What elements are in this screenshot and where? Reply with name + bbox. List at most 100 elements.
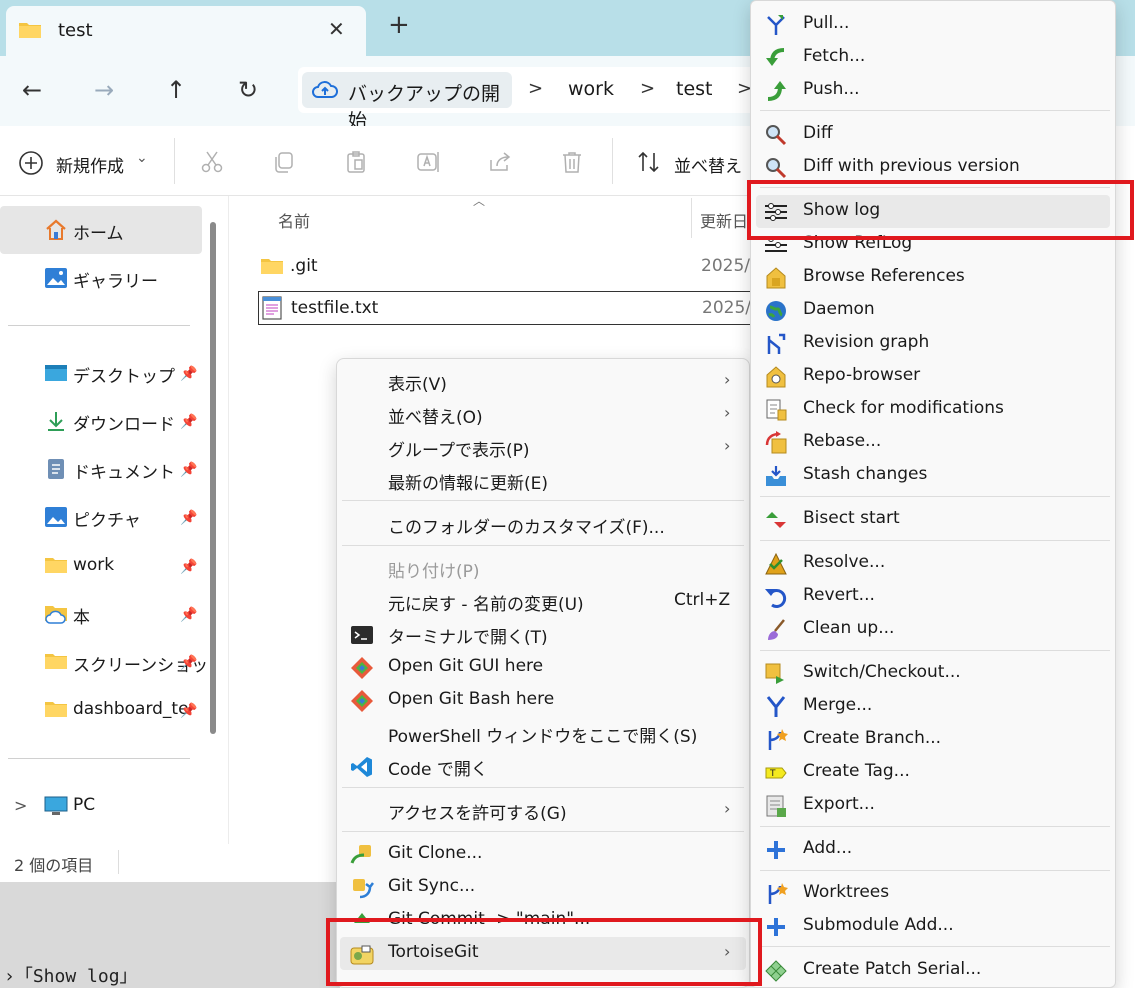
forward-icon[interactable]: → (94, 76, 114, 104)
breadcrumb-separator[interactable]: > (528, 78, 543, 99)
submenu-label: Diff (803, 123, 833, 143)
pin-icon[interactable]: 📌 (180, 607, 197, 623)
pin-icon[interactable]: 📌 (180, 414, 197, 430)
submenu-item-merge[interactable]: Merge... (756, 690, 1110, 723)
menu-item-git-clone[interactable]: Git Clone... (340, 838, 746, 871)
desktop-folder-icon (44, 363, 68, 385)
rename-icon[interactable] (416, 150, 442, 174)
breadcrumb-backup[interactable]: バックアップの開始 (302, 72, 512, 132)
submenu-separator (760, 540, 1110, 541)
copy-icon[interactable] (272, 150, 296, 174)
menu-item-paste[interactable]: 貼り付け(P) (340, 552, 746, 585)
menu-item-git-sync[interactable]: Git Sync... (340, 871, 746, 904)
submenu-item-create-patch-serial[interactable]: Create Patch Serial... (756, 954, 1110, 987)
breadcrumb-work[interactable]: work (568, 78, 614, 100)
submenu-item-repo-browser[interactable]: Repo-browser (756, 360, 1110, 393)
new-label: 新規作成 (56, 157, 124, 177)
menu-item-open-code[interactable]: Code で開く (340, 750, 746, 783)
submenu-item-revert[interactable]: Revert... (756, 580, 1110, 613)
submenu-item-export[interactable]: Export... (756, 789, 1110, 822)
column-header-name[interactable]: 名前 (278, 208, 310, 232)
breadcrumb-test[interactable]: test (676, 78, 713, 100)
submenu-item-stash[interactable]: Stash changes (756, 459, 1110, 492)
submenu-item-bisect-start[interactable]: Bisect start (756, 503, 1110, 536)
submenu-label: Create Tag... (803, 761, 910, 781)
add-icon (764, 838, 788, 862)
menu-label: Git Clone... (388, 843, 483, 863)
submenu-item-browse-references[interactable]: Browse References (756, 261, 1110, 294)
submenu-item-daemon[interactable]: Daemon (756, 294, 1110, 327)
column-divider[interactable] (691, 198, 692, 238)
check-modifications-icon (764, 398, 788, 422)
pin-icon[interactable]: 📌 (180, 559, 197, 575)
menu-item-git-bash[interactable]: Open Git Bash here (340, 684, 746, 717)
submenu-item-revision-graph[interactable]: Revision graph (756, 327, 1110, 360)
delete-icon[interactable] (560, 150, 584, 174)
menu-item-customize[interactable]: このフォルダーのカスタマイズ(F)... (340, 508, 746, 541)
submenu-label: Daemon (803, 299, 875, 319)
submenu-item-create-tag[interactable]: T Create Tag... (756, 756, 1110, 789)
gallery-icon (44, 266, 68, 290)
share-icon[interactable] (488, 150, 514, 174)
menu-item-grant-access[interactable]: アクセスを許可する(G) › (340, 794, 746, 827)
tab-title: test (58, 20, 93, 41)
submenu-arrow-icon: › (724, 799, 731, 818)
expand-chevron-icon[interactable]: > (14, 796, 27, 815)
pin-icon[interactable]: 📌 (180, 655, 197, 671)
submenu-label: Merge... (803, 695, 873, 715)
revision-graph-icon (764, 332, 788, 356)
submenu-item-pull[interactable]: Pull... (756, 8, 1110, 41)
back-icon[interactable]: ← (22, 76, 42, 104)
pin-icon[interactable]: 📌 (180, 462, 197, 478)
pictures-icon (44, 505, 68, 529)
git-bash-icon (350, 689, 374, 713)
submenu-item-resolve[interactable]: Resolve... (756, 547, 1110, 580)
new-tab-button[interactable]: + (388, 10, 410, 40)
menu-item-view[interactable]: 表示(V) › (340, 365, 746, 398)
file-row-testfile[interactable]: testfile.txt 2025/ (258, 291, 768, 325)
submenu-item-clean-up[interactable]: Clean up... (756, 613, 1110, 646)
sidebar-label: 本 (73, 608, 90, 628)
close-tab-icon[interactable]: ✕ (328, 17, 345, 41)
menu-item-git-gui[interactable]: Open Git GUI here (340, 651, 746, 684)
paste-icon[interactable] (344, 150, 368, 174)
globe-icon (764, 299, 788, 323)
file-row-git[interactable]: .git 2025/ (258, 250, 758, 284)
pin-icon[interactable]: 📌 (180, 510, 197, 526)
menu-label: ターミナルで開く(T) (388, 628, 548, 648)
submenu-item-switch-checkout[interactable]: Switch/Checkout... (756, 657, 1110, 690)
git-sync-icon (350, 876, 374, 900)
column-header-date[interactable]: 更新日 (700, 208, 748, 232)
submenu-item-push[interactable]: Push... (756, 74, 1110, 107)
menu-item-powershell[interactable]: PowerShell ウィンドウをここで開く(S) (340, 717, 746, 750)
up-icon[interactable]: ↑ (166, 76, 186, 104)
submenu-item-rebase[interactable]: Rebase... (756, 426, 1110, 459)
submenu-item-submodule-add[interactable]: Submodule Add... (756, 910, 1110, 943)
menu-separator (342, 831, 744, 832)
menu-item-refresh[interactable]: 最新の情報に更新(E) (340, 464, 746, 497)
breadcrumb-separator[interactable]: > (640, 78, 655, 99)
references-icon (764, 266, 788, 290)
pin-icon[interactable]: 📌 (180, 703, 197, 719)
menu-item-group[interactable]: グループで表示(P) › (340, 431, 746, 464)
svg-text:T: T (769, 769, 776, 779)
submenu-item-worktrees[interactable]: Worktrees (756, 877, 1110, 910)
menu-label: Open Git GUI here (388, 656, 544, 676)
file-name: .git (290, 256, 318, 276)
sort-icon (636, 150, 662, 174)
submenu-item-add[interactable]: Add... (756, 833, 1110, 866)
submenu-item-create-branch[interactable]: Create Branch... (756, 723, 1110, 756)
submenu-item-fetch[interactable]: Fetch... (756, 41, 1110, 74)
menu-item-sort[interactable]: 並べ替え(O) › (340, 398, 746, 431)
folder-icon (44, 651, 68, 671)
submenu-item-diff[interactable]: Diff (756, 118, 1110, 151)
submenu-item-check-modifications[interactable]: Check for modifications (756, 393, 1110, 426)
folder-icon (260, 256, 284, 276)
pin-icon[interactable]: 📌 (180, 366, 197, 382)
sidebar-scrollbar[interactable] (210, 222, 216, 734)
cut-icon[interactable] (200, 150, 224, 174)
refresh-icon[interactable]: ↻ (238, 76, 258, 104)
menu-item-undo-rename[interactable]: 元に戻す - 名前の変更(U) Ctrl+Z (340, 585, 746, 618)
menu-item-open-terminal[interactable]: ターミナルで開く(T) (340, 618, 746, 651)
tab-test[interactable]: test ✕ (6, 6, 366, 56)
